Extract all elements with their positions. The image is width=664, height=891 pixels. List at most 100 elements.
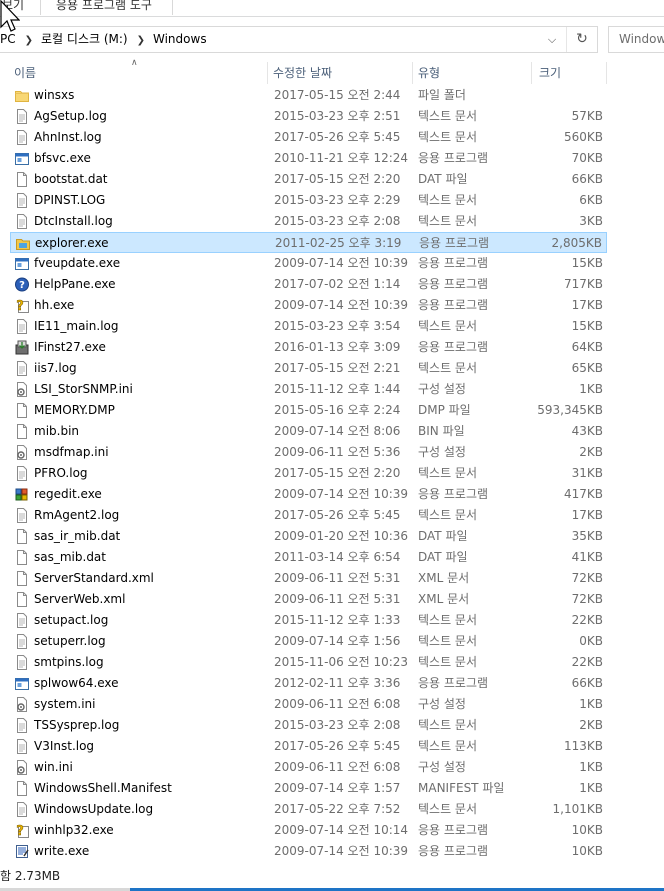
file-row[interactable]: setupact.log 2015-11-12 오후 1:33 텍스트 문서 22KB xyxy=(10,610,607,631)
file-date: 2017-05-15 오전 2:20 xyxy=(274,466,401,480)
file-row[interactable]: RmAgent2.log 2017-05-26 오후 5:45 텍스트 문서 17KB xyxy=(10,505,607,526)
file-type: 응용 프로그램 xyxy=(419,236,490,250)
file-type: 응용 프로그램 xyxy=(418,340,489,354)
file-row[interactable]: sas_ir_mib.dat 2009-01-20 오전 10:36 DAT 파일 3… xyxy=(10,526,607,547)
file-size: 31KB xyxy=(571,466,603,480)
file-row[interactable]: iis7.log 2017-05-15 오전 2:21 텍스트 문서 65KB xyxy=(10,358,607,379)
file-row[interactable]: PFRO.log 2017-05-15 오전 2:20 텍스트 문서 31KB xyxy=(10,463,607,484)
text-file-icon xyxy=(15,718,29,733)
column-size[interactable]: 크기 xyxy=(539,60,561,86)
search-input[interactable]: Windows xyxy=(608,26,664,53)
column-divider[interactable] xyxy=(412,62,413,84)
file-size: 2,805KB xyxy=(551,236,602,250)
file-name: mib.bin xyxy=(34,424,80,438)
file-name: system.ini xyxy=(34,697,96,711)
file-row[interactable]: system.ini 2009-06-11 오전 6:08 구성 설정 1KB xyxy=(10,694,607,715)
file-name: msdfmap.ini xyxy=(34,445,109,459)
text-file-icon xyxy=(15,130,29,145)
file-row[interactable]: IFinst27.exe 2016-01-13 오후 3:09 응용 프로그램 64K… xyxy=(10,337,607,358)
chevron-down-icon[interactable]: ⌵ xyxy=(540,27,564,52)
file-date: 2009-06-11 오전 5:36 xyxy=(274,445,401,459)
file-row[interactable]: bfsvc.exe 2010-11-21 오후 12:24 응용 프로그램 70KB xyxy=(10,148,607,169)
file-size: 17KB xyxy=(571,298,603,312)
blank-file-icon xyxy=(15,781,29,796)
file-row[interactable]: WindowsUpdate.log 2017-05-22 오후 7:52 텍스트 문… xyxy=(10,799,607,820)
text-file-icon xyxy=(15,739,29,754)
file-row[interactable]: WindowsShell.Manifest 2009-07-14 오후 1:57 M… xyxy=(10,778,607,799)
file-row[interactable]: winsxs 2017-05-15 오전 2:44 파일 폴더 xyxy=(10,85,607,106)
file-size: 66KB xyxy=(571,676,603,690)
file-row[interactable]: AgSetup.log 2015-03-23 오후 2:51 텍스트 문서 57KB xyxy=(10,106,607,127)
file-name: IFinst27.exe xyxy=(34,340,106,354)
file-type: 응용 프로그램 xyxy=(418,277,489,291)
file-row[interactable]: ? hh.exe 2009-07-14 오전 10:39 응용 프로그램 17KB xyxy=(10,295,607,316)
file-row[interactable]: bootstat.dat 2017-05-15 오전 2:20 DAT 파일 66KB xyxy=(10,169,607,190)
column-divider[interactable] xyxy=(267,62,268,84)
file-row[interactable]: smtpins.log 2015-11-06 오전 10:23 텍스트 문서 22KB xyxy=(10,652,607,673)
blank-file-icon xyxy=(15,172,29,187)
file-name: ServerWeb.xml xyxy=(34,592,126,606)
text-file-icon xyxy=(15,802,29,817)
file-row[interactable]: msdfmap.ini 2009-06-11 오전 5:36 구성 설정 2KB xyxy=(10,442,607,463)
file-row[interactable]: fveupdate.exe 2009-07-14 오전 10:39 응용 프로그램 1… xyxy=(10,253,607,274)
file-row[interactable]: AhnInst.log 2017-05-26 오후 5:45 텍스트 문서 560KB xyxy=(10,127,607,148)
tab-application-tools[interactable]: 응용 프로그램 도구 xyxy=(56,0,152,15)
file-row[interactable]: explorer.exe 2011-02-25 오후 3:19 응용 프로그램 2,8… xyxy=(10,232,607,253)
wordpad-icon xyxy=(15,844,29,859)
file-date: 2017-05-15 오전 2:21 xyxy=(274,361,401,375)
file-row[interactable]: IE11_main.log 2015-03-23 오후 3:54 텍스트 문서 15K… xyxy=(10,316,607,337)
column-divider[interactable] xyxy=(531,62,532,84)
chevron-right-icon[interactable]: ❯ xyxy=(25,28,33,53)
file-row[interactable]: win.ini 2009-06-11 오전 6:08 구성 설정 1KB xyxy=(10,757,607,778)
file-row[interactable]: DtcInstall.log 2015-03-23 오후 2:08 텍스트 문서 3K… xyxy=(10,211,607,232)
file-type: DAT 파일 xyxy=(418,172,468,186)
file-row[interactable]: LSI_StorSNMP.ini 2015-11-12 오후 1:44 구성 설정 1… xyxy=(10,379,607,400)
file-name: bfsvc.exe xyxy=(34,151,91,165)
refresh-icon[interactable]: ↻ xyxy=(567,27,597,52)
file-type: 텍스트 문서 xyxy=(418,466,478,480)
file-row[interactable]: V3Inst.log 2017-05-26 오후 5:45 텍스트 문서 113KB xyxy=(10,736,607,757)
breadcrumb-windows[interactable]: Windows xyxy=(153,27,207,52)
file-type: 텍스트 문서 xyxy=(418,613,478,627)
file-type: 텍스트 문서 xyxy=(418,802,478,816)
file-date: 2009-07-14 오전 10:39 xyxy=(274,487,409,501)
file-row[interactable]: write.exe 2009-07-14 오전 10:39 응용 프로그램 10KB xyxy=(10,841,607,862)
file-row[interactable]: mib.bin 2009-07-14 오전 8:06 BIN 파일 43KB xyxy=(10,421,607,442)
file-type: 텍스트 문서 xyxy=(418,109,478,123)
file-row[interactable]: ServerStandard.xml 2009-06-11 오전 5:31 XML … xyxy=(10,568,607,589)
file-row[interactable]: ? HelpPane.exe 2017-07-02 오전 1:14 응용 프로그램 71… xyxy=(10,274,607,295)
file-type: 텍스트 문서 xyxy=(418,214,478,228)
breadcrumb-local-disk[interactable]: 로컬 디스크 (M:) xyxy=(41,27,128,52)
file-row[interactable]: DPINST.LOG 2015-03-23 오후 2:29 텍스트 문서 6KB xyxy=(10,190,607,211)
file-row[interactable]: MEMORY.DMP 2015-05-16 오후 2:24 DMP 파일 593,34… xyxy=(10,400,607,421)
text-file-icon xyxy=(15,319,29,334)
chevron-right-icon[interactable]: ❯ xyxy=(137,28,145,53)
file-name: HelpPane.exe xyxy=(34,277,116,291)
file-size: 57KB xyxy=(571,109,603,123)
address-bar[interactable]: PC ❯ 로컬 디스크 (M:) ❯ Windows ⌵ ↻ xyxy=(0,26,598,53)
file-row[interactable]: ? winhlp32.exe 2009-07-14 오전 10:14 응용 프로그램 1… xyxy=(10,820,607,841)
blank-file-icon xyxy=(15,550,29,565)
column-date[interactable]: 수정한 날짜 xyxy=(273,60,332,86)
file-size: 10KB xyxy=(571,823,603,837)
column-type[interactable]: 유형 xyxy=(418,60,440,86)
file-type: XML 문서 xyxy=(418,592,470,606)
column-name[interactable]: 이름 xyxy=(14,60,36,86)
file-name: AhnInst.log xyxy=(34,130,102,144)
file-row[interactable]: TSSysprep.log 2015-03-23 오후 2:08 텍스트 문서 2KB xyxy=(10,715,607,736)
file-row[interactable]: ServerWeb.xml 2009-06-11 오전 5:31 XML 문서 72K… xyxy=(10,589,607,610)
file-size: 113KB xyxy=(563,739,603,753)
blank-file-icon xyxy=(15,529,29,544)
file-row[interactable]: sas_mib.dat 2011-03-14 오후 6:54 DAT 파일 41KB xyxy=(10,547,607,568)
file-row[interactable]: splwow64.exe 2012-02-11 오후 3:36 응용 프로그램 66K… xyxy=(10,673,607,694)
column-divider[interactable] xyxy=(606,62,607,84)
file-type: 텍스트 문서 xyxy=(418,634,478,648)
file-date: 2015-05-16 오후 2:24 xyxy=(274,403,401,417)
file-name: winhlp32.exe xyxy=(34,823,114,837)
file-row[interactable]: regedit.exe 2009-07-14 오전 10:39 응용 프로그램 417… xyxy=(10,484,607,505)
file-date: 2015-11-12 오후 1:44 xyxy=(274,382,401,396)
file-row[interactable]: setuperr.log 2009-07-14 오후 1:56 텍스트 문서 0KB xyxy=(10,631,607,652)
folder-icon xyxy=(15,88,29,103)
file-size: 70KB xyxy=(571,151,603,165)
search-placeholder: Windows xyxy=(619,32,664,46)
